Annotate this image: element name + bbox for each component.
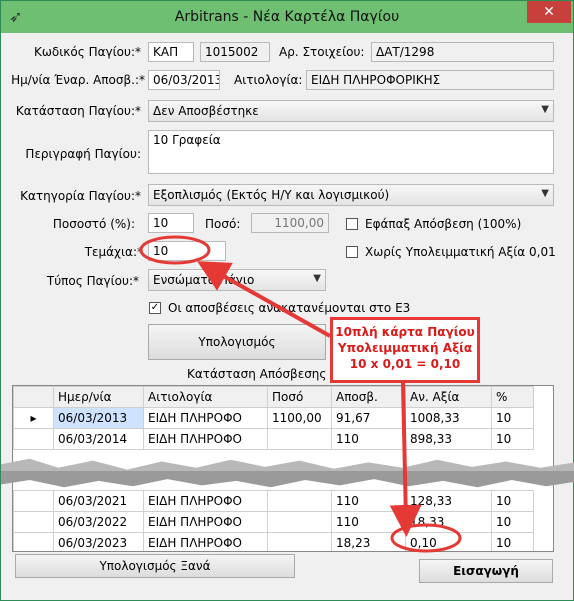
arrow-to-pieces — [197, 261, 331, 338]
app-window: ➶ Arbitrans - Νέα Καρτέλα Παγίου ✕ Κωδικ… — [0, 0, 574, 601]
highlight-ellipse-residual — [390, 523, 462, 553]
callout-line-2: Υπολειμματική Αξία — [337, 341, 473, 355]
callout-line-3: 10 x 0,01 = 0,10 — [349, 357, 461, 371]
callout-line-1: 10πλή κάρτα Παγίου — [335, 325, 475, 339]
annotation-callout: 10πλή κάρτα Παγίου Υπολειμματική Αξία 10… — [330, 317, 480, 383]
annotation-overlay — [139, 235, 462, 553]
arrow-to-residual — [389, 382, 422, 537]
highlight-ellipse-pieces — [139, 235, 211, 265]
